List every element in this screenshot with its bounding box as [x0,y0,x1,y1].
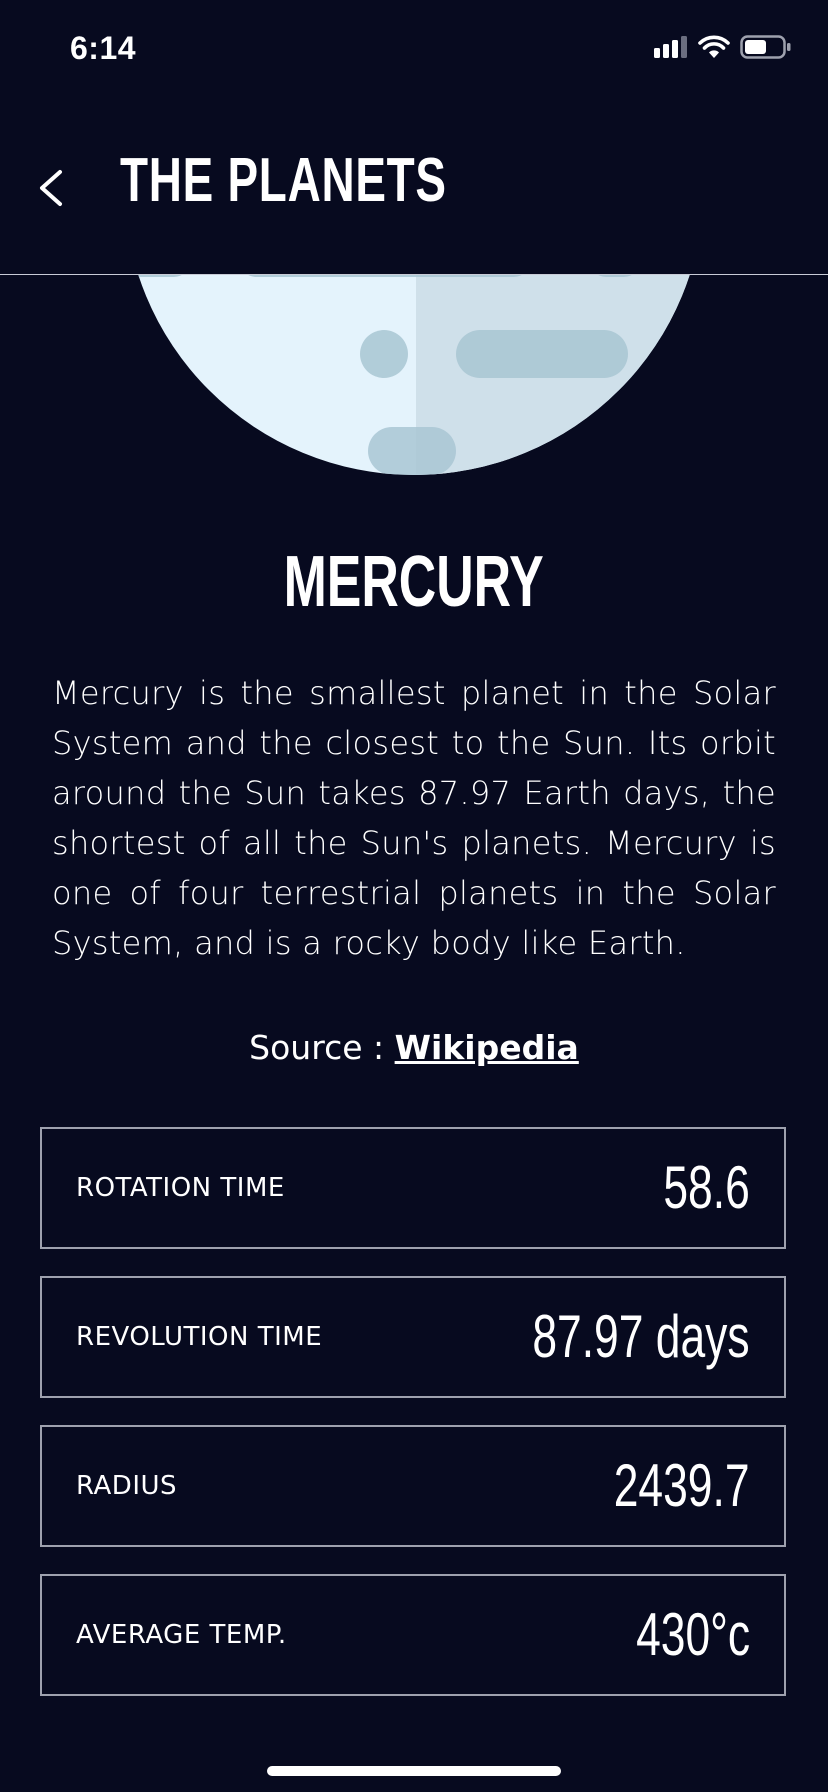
stat-label: AVERAGE TEMP. [76,1620,287,1650]
stat-label: REVOLUTION TIME [76,1322,323,1352]
source-line: Source : Wikipedia [0,1028,828,1067]
cellular-signal-icon [654,36,687,58]
stat-radius: RADIUS 2439.7 [40,1425,786,1547]
mercury-illustration [124,275,704,475]
source-prefix: Source : [249,1028,395,1067]
status-time: 6:14 [70,30,137,66]
stat-value: 87.97 days [532,1303,750,1370]
battery-icon [740,35,791,59]
status-bar: 6:14 [0,0,828,100]
stat-rotation-time: ROTATION TIME 58.6 [40,1127,786,1249]
wifi-icon [698,35,730,58]
back-button[interactable] [28,160,76,216]
planet-name-text: MERCURY [283,542,545,622]
stat-value: 58.6 [663,1154,750,1221]
planet-illustration [0,275,828,505]
stat-average-temp: AVERAGE TEMP. 430°c [40,1574,786,1696]
stat-value: 2439.7 [614,1452,750,1519]
stat-value: 430°c [635,1601,750,1668]
stat-label: ROTATION TIME [76,1173,285,1203]
page-title: THE PLANETS [120,146,447,215]
status-icons [652,34,792,60]
home-indicator[interactable] [267,1766,561,1776]
stat-label: RADIUS [76,1471,178,1501]
planet-description: Mercury is the smallest planet in the So… [52,674,776,962]
planet-name: MERCURY [0,546,828,618]
chevron-left-icon [40,170,62,206]
wikipedia-link[interactable]: Wikipedia [395,1028,579,1067]
nav-bar: THE PLANETS [0,100,828,275]
stat-revolution-time: REVOLUTION TIME 87.97 days [40,1276,786,1398]
